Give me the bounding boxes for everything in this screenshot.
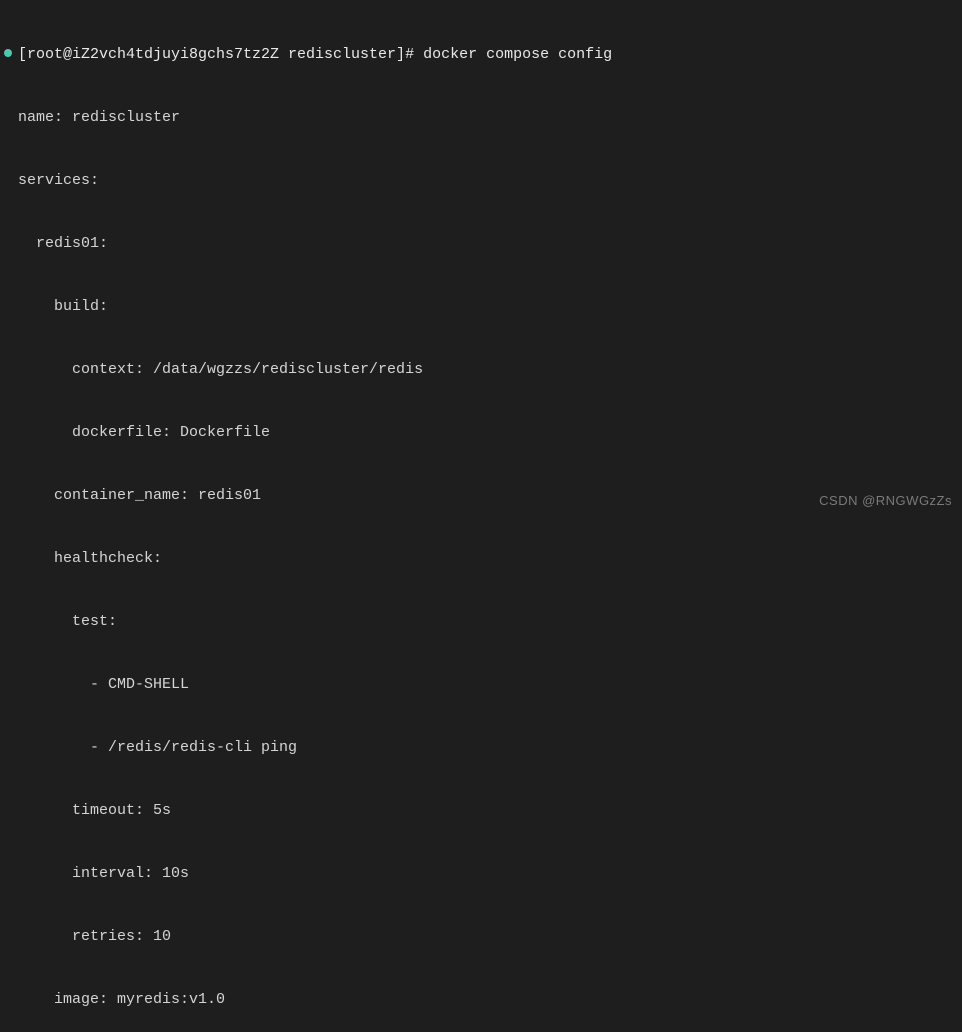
status-dot-icon (4, 49, 12, 57)
output-line: dockerfile: Dockerfile (4, 422, 958, 443)
shell-prompt: [root@iZ2vch4tdjuyi8gchs7tz2Z redisclust… (18, 44, 414, 65)
output-line: name: rediscluster (4, 107, 958, 128)
output-line: test: (4, 611, 958, 632)
output-line: build: (4, 296, 958, 317)
prompt-line: [root@iZ2vch4tdjuyi8gchs7tz2Z redisclust… (4, 44, 958, 65)
output-line: - /redis/redis-cli ping (4, 737, 958, 758)
output-line: context: /data/wgzzs/rediscluster/redis (4, 359, 958, 380)
output-line: - CMD-SHELL (4, 674, 958, 695)
output-line: redis01: (4, 233, 958, 254)
command-text: docker compose config (423, 44, 612, 65)
output-line: interval: 10s (4, 863, 958, 884)
output-line: retries: 10 (4, 926, 958, 947)
output-line: healthcheck: (4, 548, 958, 569)
output-line: container_name: redis01 (4, 485, 958, 506)
output-line: image: myredis:v1.0 (4, 989, 958, 1010)
terminal-output[interactable]: [root@iZ2vch4tdjuyi8gchs7tz2Z redisclust… (4, 2, 958, 1032)
watermark-text: CSDN @RNGWGzZs (819, 492, 952, 510)
output-line: timeout: 5s (4, 800, 958, 821)
output-line: services: (4, 170, 958, 191)
